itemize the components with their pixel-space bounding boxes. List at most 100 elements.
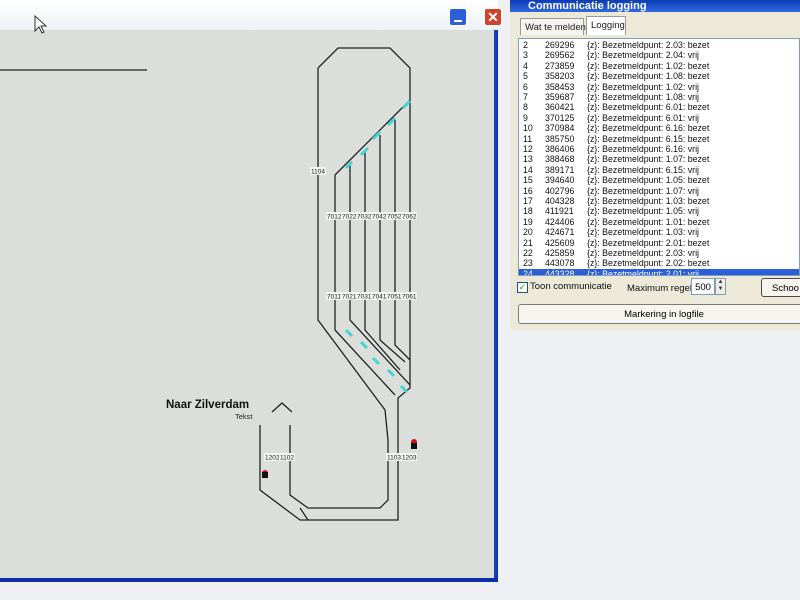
log-row[interactable]: 3 269562 {z}: Bezetmeldpunt: 2.04: vrij xyxy=(519,50,799,60)
track-label[interactable]: 7021 xyxy=(342,294,357,301)
log-cell-m: {z}: Bezetmeldpunt: 2.03: bezet xyxy=(587,40,710,50)
track-label[interactable]: 1202 xyxy=(265,455,280,462)
track-label[interactable]: 1102 xyxy=(280,455,294,462)
log-cell-n: 17 xyxy=(523,196,533,206)
log-cell-t: 443078 xyxy=(545,258,575,269)
log-row[interactable]: 14 389171 {z}: Bezetmeldpunt: 6.15: vrij xyxy=(519,165,799,175)
track-label[interactable]: 1203 xyxy=(402,455,417,462)
log-row[interactable]: 19 424406 {z}: Bezetmeldpunt: 1.01: bezet xyxy=(519,217,799,227)
log-row[interactable]: 22 425859 {z}: Bezetmeldpunt: 2.03: vrij xyxy=(519,248,799,258)
log-cell-n: 4 xyxy=(523,60,528,71)
track-line xyxy=(299,507,309,521)
log-row[interactable]: 7 359687 {z}: Bezetmeldpunt: 1.08: vrij xyxy=(519,92,799,102)
track-label[interactable]: 7011 xyxy=(327,294,341,301)
log-cell-n: 18 xyxy=(523,206,533,217)
track-inner-return[interactable] xyxy=(289,425,389,509)
track-label[interactable]: 7061 xyxy=(402,294,417,301)
log-cell-t: 358203 xyxy=(545,71,575,82)
log-cell-t: 402796 xyxy=(545,185,575,196)
toon-communicatie-checkbox[interactable]: ✓ xyxy=(517,282,528,293)
log-cell-n: 23 xyxy=(523,258,533,269)
mouse-cursor-icon xyxy=(34,14,48,34)
log-cell-t: 424406 xyxy=(545,216,575,227)
log-row[interactable]: 23 443078 {z}: Bezetmeldpunt: 2.02: bezet xyxy=(519,258,799,268)
log-cell-t: 269296 xyxy=(545,40,575,50)
log-cell-t: 443328 xyxy=(545,268,575,276)
log-cell-n: 15 xyxy=(523,175,533,186)
log-row[interactable]: 20 424671 {z}: Bezetmeldpunt: 1.03: vrij xyxy=(519,227,799,237)
log-cell-m: {z}: Bezetmeldpunt: 1.05: vrij xyxy=(587,206,699,217)
log-cell-n: 22 xyxy=(523,248,533,258)
log-cell-t: 269562 xyxy=(545,50,575,61)
log-list[interactable]: 2 269296 {z}: Bezetmeldpunt: 2.03: bezet 3 2… xyxy=(518,38,800,276)
log-row[interactable]: 10 370984 {z}: Bezetmeldpunt: 6.16: bezet xyxy=(519,123,799,133)
school-button[interactable]: Schoo xyxy=(761,278,800,297)
track-labels: 1104 7012 7022 7032 7042 7052 7062 7011 7021 7031… xyxy=(264,167,417,462)
log-cell-m: {z}: Bezetmeldpunt: 6.16: vrij xyxy=(587,144,699,154)
track-label[interactable]: 7031 xyxy=(357,294,372,301)
log-cell-n: 21 xyxy=(523,237,533,248)
log-row[interactable]: 11 385750 {z}: Bezetmeldpunt: 6.15: bezet xyxy=(519,134,799,144)
log-cell-t: 370125 xyxy=(545,112,575,123)
log-cell-t: 385750 xyxy=(545,133,575,144)
log-row[interactable]: 6 358453 {z}: Bezetmeldpunt: 1.02: vrij xyxy=(519,82,799,92)
switch-markers[interactable] xyxy=(344,99,412,394)
log-row[interactable]: 13 388468 {z}: Bezetmeldpunt: 1.07: bezet xyxy=(519,154,799,164)
log-cell-n: 2 xyxy=(523,40,528,50)
track-label[interactable]: 7042 xyxy=(372,214,387,221)
log-cell-n: 16 xyxy=(523,185,533,196)
log-cell-m: {z}: Bezetmeldpunt: 6.15: bezet xyxy=(587,133,710,144)
track-label[interactable]: 7022 xyxy=(342,214,357,221)
max-regels-input[interactable]: 500 xyxy=(691,278,715,295)
log-row[interactable]: 16 402796 {z}: Bezetmeldpunt: 1.07: vrij xyxy=(519,186,799,196)
track-label[interactable]: 7041 xyxy=(372,294,387,301)
log-cell-m: {z}: Bezetmeldpunt: 1.02: bezet xyxy=(587,60,710,71)
track-label[interactable]: 7051 xyxy=(387,294,402,301)
log-row[interactable]: 4 273859 {z}: Bezetmeldpunt: 1.02: bezet xyxy=(519,61,799,71)
track-label[interactable]: 7032 xyxy=(357,214,372,221)
tab-wat-te-melden[interactable]: Wat te melden xyxy=(520,18,586,35)
log-row[interactable]: 24 443328 {z}: Bezetmeldpunt: 2.01: vrij xyxy=(519,268,799,276)
log-cell-n: 5 xyxy=(523,71,528,82)
track-label[interactable]: 7052 xyxy=(387,214,402,221)
logging-window-titlebar: Communicatie logging xyxy=(510,0,800,12)
track-left-side[interactable] xyxy=(317,68,389,441)
log-cell-n: 19 xyxy=(523,216,533,227)
log-cell-t: 388468 xyxy=(545,154,575,165)
log-row[interactable]: 21 425609 {z}: Bezetmeldpunt: 2.01: bezet xyxy=(519,238,799,248)
log-row[interactable]: 2 269296 {z}: Bezetmeldpunt: 2.03: bezet xyxy=(519,40,799,50)
spinner-arrows-icon[interactable]: ▲ ▼ xyxy=(715,278,726,295)
tab-logging[interactable]: Logging xyxy=(586,16,626,35)
log-cell-m: {z}: Bezetmeldpunt: 2.04: vrij xyxy=(587,50,699,61)
log-cell-m: {z}: Bezetmeldpunt: 1.05: bezet xyxy=(587,175,710,186)
log-cell-t: 359687 xyxy=(545,92,575,102)
log-row[interactable]: 5 358203 {z}: Bezetmeldpunt: 1.08: bezet xyxy=(519,71,799,81)
track-label[interactable]: 1103 xyxy=(387,455,401,462)
log-cell-n: 24 xyxy=(523,268,533,276)
log-cell-t: 273859 xyxy=(545,60,575,71)
signal-base-icon xyxy=(262,472,268,478)
yard-tracks[interactable] xyxy=(334,99,411,396)
track-label[interactable]: 1104 xyxy=(311,169,325,176)
log-row[interactable]: 18 411921 {z}: Bezetmeldpunt: 1.05: vrij xyxy=(519,206,799,216)
log-row[interactable]: 8 360421 {z}: Bezetmeldpunt: 6.01: bezet xyxy=(519,102,799,112)
log-cell-t: 370984 xyxy=(545,123,575,134)
markering-button[interactable]: Markering in logfile xyxy=(518,304,800,324)
log-cell-n: 8 xyxy=(523,102,528,113)
log-cell-t: 358453 xyxy=(545,81,575,92)
track-label[interactable]: 7062 xyxy=(402,214,417,221)
track-label[interactable]: 7012 xyxy=(327,214,342,221)
log-row[interactable]: 15 394640 {z}: Bezetmeldpunt: 1.05: bezet xyxy=(519,175,799,185)
log-row[interactable]: 17 404328 {z}: Bezetmeldpunt: 1.03: bezet xyxy=(519,196,799,206)
log-cell-t: 394640 xyxy=(545,175,575,186)
track-end-icon xyxy=(271,402,293,413)
log-cell-n: 6 xyxy=(523,81,528,92)
log-cell-n: 10 xyxy=(523,123,533,134)
log-cell-t: 425859 xyxy=(545,248,575,258)
text-label: Tekst xyxy=(235,412,253,421)
log-row[interactable]: 12 386406 {z}: Bezetmeldpunt: 6.16: vrij xyxy=(519,144,799,154)
log-cell-t: 424671 xyxy=(545,227,575,238)
log-row[interactable]: 9 370125 {z}: Bezetmeldpunt: 6.01: vrij xyxy=(519,113,799,123)
log-cell-m: {z}: Bezetmeldpunt: 1.07: bezet xyxy=(587,154,710,165)
log-cell-m: {z}: Bezetmeldpunt: 6.15: vrij xyxy=(587,164,699,175)
